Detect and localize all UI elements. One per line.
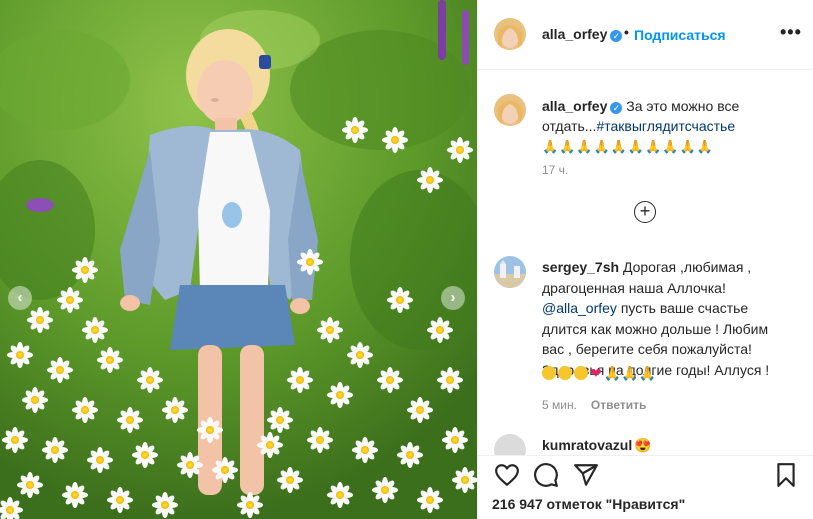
chevron-right-icon: › [450,289,456,306]
carousel-prev-button[interactable]: ‹ [8,286,32,310]
likes-number: 216 947 [492,496,543,512]
caption-hashtag[interactable]: #таквыглядитсчастье [596,118,735,134]
heart-icon[interactable] [494,462,520,488]
emoji-pray-icon: 🙏🙏🙏 [603,365,657,381]
load-more-icon[interactable]: + [634,201,656,223]
carousel-next-button[interactable]: › [441,286,465,310]
emoji-heart-icon: ❤ [590,365,602,381]
post-caption: alla_orfey ✓ За это можно все отдать...#т… [542,96,792,157]
photo-image [0,0,477,519]
verified-icon: ✓ [610,102,623,114]
author-avatar[interactable] [494,18,526,50]
emoji-face-icon [558,366,572,380]
verified-icon: ✓ [610,30,623,42]
comment-mention[interactable]: @alla_orfey [542,300,617,316]
bookmark-icon[interactable] [773,462,799,488]
post-header: alla_orfey ✓ • Подписаться ••• [478,0,813,70]
reply-button[interactable]: Ответить [591,398,646,412]
author-username-link[interactable]: alla_orfey ✓ [542,26,623,42]
emoji-face-icon [574,366,588,380]
comment-username[interactable]: sergey_7sh [542,259,619,275]
chevron-left-icon: ‹ [17,289,23,306]
likes-count[interactable]: 216 947 отметок "Нравится" [492,496,685,512]
commenter-avatar[interactable] [494,256,526,288]
post-photo[interactable]: ‹ › [0,0,477,519]
comment-timestamp[interactable]: 5 мин. [542,398,577,412]
comment-2: kumratovazul 😍 [542,437,652,454]
share-icon[interactable] [573,462,599,488]
post-side-panel: alla_orfey ✓ • Подписаться ••• alla_orfey… [477,0,813,519]
author-username: alla_orfey [542,26,608,42]
caption-emoji: 🙏🙏🙏🙏🙏🙏🙏🙏🙏🙏 [542,139,714,154]
header-separator: • [624,24,629,40]
comment-emoji: 😍 [634,437,652,453]
comment-emojis: ❤ 🙏🙏🙏 [542,365,656,382]
comment-username[interactable]: kumratovazul [542,437,632,453]
caption-timestamp[interactable]: 17 ч. [542,163,568,177]
emoji-face-icon [542,366,556,380]
comment-text-block: sergey_7sh Дорогая ,любимая , драгоценна… [542,257,782,380]
comment-meta: 5 мин. Ответить [542,398,646,412]
likes-label: отметок "Нравится" [546,496,686,512]
caption-avatar[interactable] [494,94,526,126]
caption-username[interactable]: alla_orfey [542,98,607,114]
more-icon[interactable]: ••• [780,22,802,43]
action-bar: 216 947 отметок "Нравится" [478,455,813,519]
follow-button[interactable]: Подписаться [634,27,726,43]
comment-icon[interactable] [533,462,559,488]
